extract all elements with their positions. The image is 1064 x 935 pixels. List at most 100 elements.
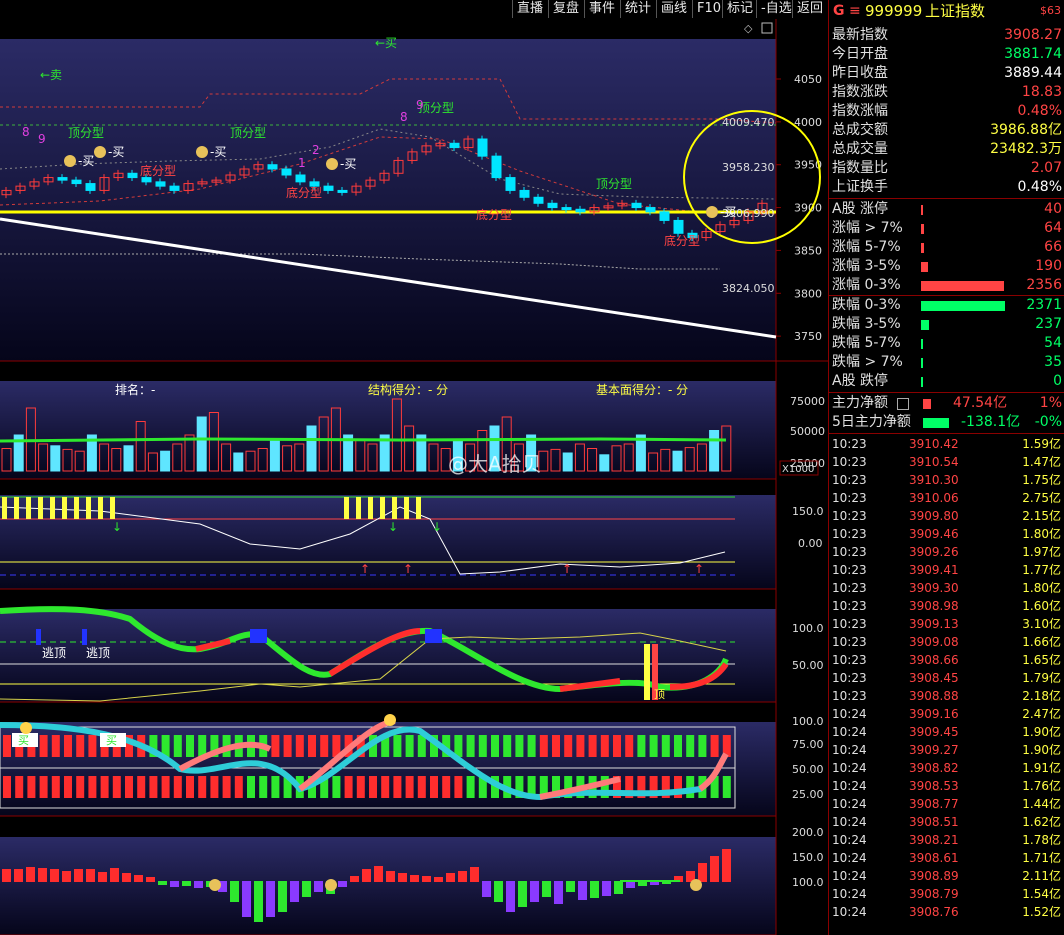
tick-row: 10:23 3910.54 1.47亿	[829, 453, 1064, 471]
tick-price: 3909.08	[909, 635, 959, 649]
tick-row: 10:24 3908.79 1.54亿	[829, 885, 1064, 903]
diamond-icon: ◇	[744, 22, 753, 35]
osc3-top-block	[539, 735, 548, 757]
breadth-value: 190	[1035, 258, 1062, 274]
osc2-y-tick: 100.0	[792, 622, 824, 635]
breadth-bar	[921, 358, 923, 368]
osc3-top-block	[308, 735, 316, 757]
breadth-label: 涨幅 3-5%	[832, 258, 901, 274]
osc2-blue-block	[250, 629, 267, 643]
osc3-top-block	[393, 735, 402, 757]
menu-icon[interactable]: ≡	[849, 0, 861, 22]
tick-row: 10:24 3908.82 1.91亿	[829, 759, 1064, 777]
bottom-pattern-label: 底分型	[664, 233, 700, 248]
tick-row: 10:23 3910.30 1.75亿	[829, 471, 1064, 489]
breadth-row: A股 跌停 0	[829, 372, 1064, 391]
breadth-bar	[921, 243, 924, 253]
stock-code: 999999	[865, 2, 923, 20]
smiley-icon	[384, 714, 396, 726]
candle-body	[169, 185, 180, 191]
stat-value: 3908.27	[1004, 27, 1062, 43]
osc4-bar	[566, 881, 575, 892]
chart-canvas[interactable]: 40504000395039003850380037504009.4703958…	[0, 19, 828, 935]
volume-bar	[306, 425, 317, 472]
breadth-bar	[921, 301, 1005, 311]
osc3-bottom-block	[51, 776, 60, 798]
tick-row: 10:23 3908.45 1.79亿	[829, 669, 1064, 687]
tick-row: 10:24 3908.77 1.44亿	[829, 795, 1064, 813]
osc3-bottom-block	[39, 776, 48, 798]
toolbar-画线[interactable]: 画线	[656, 0, 691, 18]
stat-label: 指数涨跌	[832, 84, 888, 100]
osc4-bar	[374, 866, 383, 882]
stat-label: 总成交额	[832, 122, 888, 138]
tick-price: 3909.41	[909, 563, 959, 577]
breadth-row: 涨幅 > 7% 64	[829, 219, 1064, 238]
tick-price: 3910.42	[909, 437, 959, 451]
breadth-bar	[921, 224, 924, 234]
osc4-bar	[494, 881, 503, 902]
osc3-top-block	[76, 735, 85, 757]
osc3-bottom-block	[381, 776, 390, 798]
osc1-arrow: ↓	[388, 520, 398, 534]
tick-time: 10:24	[832, 779, 867, 793]
tick-time: 10:24	[832, 851, 867, 865]
toolbar-事件[interactable]: 事件	[584, 0, 619, 18]
breadth-value: 54	[1044, 335, 1062, 351]
toolbar-F10[interactable]: F10	[692, 0, 725, 18]
toolbar-标记[interactable]: 标记	[722, 0, 757, 18]
quote-panel: G ≡ 999999 上证指数 $63 最新指数 3908.27 今日开盘 38…	[828, 0, 1064, 935]
osc3-top-block	[515, 735, 524, 757]
toolbar-统计[interactable]: 统计	[620, 0, 655, 18]
volume-bar	[672, 450, 683, 472]
stat-label: 上证换手	[832, 179, 888, 195]
candle-body	[295, 174, 306, 183]
candle-body	[631, 202, 642, 209]
doc-icon[interactable]	[897, 398, 909, 410]
tick-price: 3908.98	[909, 599, 959, 613]
candle-body	[449, 142, 460, 149]
money-bag-icon	[326, 158, 338, 170]
osc3-bottom-block	[271, 776, 280, 798]
main-flow-bar	[923, 399, 931, 409]
tick-amount: 1.80亿	[1022, 527, 1061, 541]
tick-price: 3908.77	[909, 797, 959, 811]
osc4-bar	[74, 869, 83, 882]
toolbar-直播[interactable]: 直播	[512, 0, 547, 18]
price-label: 3958.230	[722, 161, 775, 174]
tick-time: 10:24	[832, 725, 867, 739]
osc3-bottom-block	[247, 776, 255, 798]
window-icon	[761, 22, 773, 34]
tick-row: 10:23 3909.80 2.15亿	[829, 507, 1064, 525]
osc3-top-block	[661, 735, 670, 757]
tick-amount: 1.80亿	[1022, 581, 1061, 595]
osc2-escape-bar	[36, 629, 41, 645]
tick-amount: 2.75亿	[1022, 491, 1061, 505]
osc4-bar	[26, 867, 35, 882]
osc3-top-block	[600, 735, 609, 757]
toolbar-返回[interactable]: 返回	[792, 0, 827, 18]
osc3-bottom-block	[64, 776, 72, 798]
stat-row: 最新指数 3908.27	[829, 26, 1064, 45]
candle-body	[491, 155, 502, 179]
osc4-y-tick: 200.0	[792, 826, 824, 839]
osc3-top-block	[283, 735, 292, 757]
price-label: 3824.050	[722, 282, 775, 295]
toolbar--自选[interactable]: -自选	[756, 0, 796, 18]
money-bag-icon	[64, 155, 76, 167]
tick-row: 10:23 3910.42 1.59亿	[829, 435, 1064, 453]
tick-row: 10:24 3908.89 2.11亿	[829, 867, 1064, 885]
candle-body	[673, 219, 684, 234]
osc4-bar	[50, 869, 59, 882]
breadth-label: 涨幅 > 7%	[832, 220, 903, 236]
stat-value: 3881.74	[1004, 46, 1062, 62]
quote-header: G ≡ 999999 上证指数 $63	[829, 0, 1064, 22]
tick-amount: 2.15亿	[1022, 509, 1061, 523]
osc3-y-tick: 100.0	[792, 715, 824, 728]
tick-price: 3909.46	[909, 527, 959, 541]
candle-body	[645, 207, 656, 213]
tick-amount: 1.59亿	[1022, 437, 1061, 451]
stat-row: 指数涨跌 18.83	[829, 83, 1064, 102]
toolbar-复盘[interactable]: 复盘	[548, 0, 583, 18]
tick-price: 3908.61	[909, 851, 959, 865]
